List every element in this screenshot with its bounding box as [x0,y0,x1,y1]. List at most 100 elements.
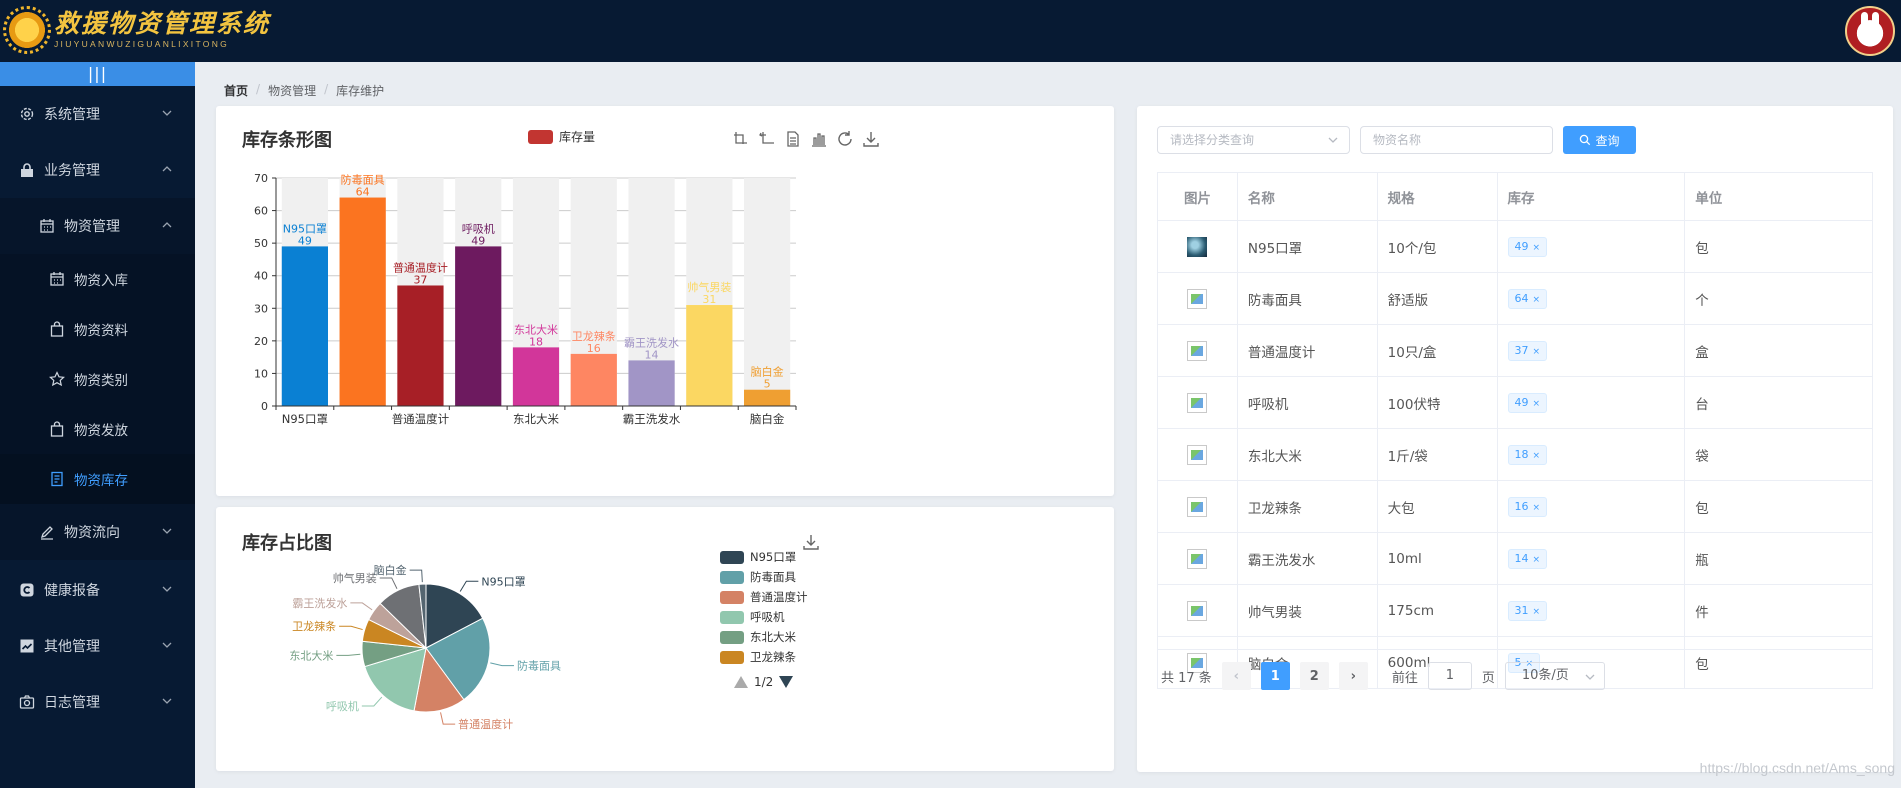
y-tick-label: 70 [254,172,268,185]
broken-image-icon [1187,288,1208,309]
stock-tag[interactable]: 37 × [1507,340,1548,361]
bar[interactable] [628,360,675,406]
collapse-toggle-button[interactable]: ||| [0,62,195,86]
bar[interactable] [281,246,328,406]
sidebar-item-system[interactable]: 系统管理 [0,86,195,142]
prev-page-button[interactable]: ‹ [1221,662,1251,690]
goto-page-input[interactable]: 1 [1427,662,1472,690]
bar-category-label: 脑白金 [751,365,784,379]
legend-item[interactable]: 卫龙辣条 [720,647,820,667]
close-icon[interactable]: × [1533,295,1541,305]
close-icon[interactable]: × [1533,607,1541,617]
bar[interactable] [397,285,444,406]
breadcrumb-level1[interactable]: 物资管理 [268,82,316,99]
name-cell: N95口罩 [1236,220,1378,273]
sidebar-item-material-category[interactable]: 物资类别 [0,354,195,404]
legend-item[interactable]: 普通温度计 [720,587,820,607]
legend-label: 普通温度计 [750,590,808,604]
page-size-select[interactable]: 10条/页 [1504,662,1605,690]
stock-tag[interactable]: 64 × [1507,288,1548,309]
refresh-icon[interactable] [836,130,854,148]
spec-cell: 10个/包 [1376,220,1498,273]
spec-cell: 舒适版 [1376,272,1498,325]
zoom-select-icon[interactable] [732,130,750,148]
pie-slice-label: 脑白金 [374,563,407,577]
data-view-icon[interactable] [784,130,802,148]
sidebar-item-label: 业务管理 [44,163,100,179]
bar[interactable] [512,347,560,406]
column-header: 图片 [1157,172,1238,221]
gear-icon [18,105,36,123]
bar[interactable] [339,197,386,406]
close-icon[interactable]: × [1533,243,1541,253]
pie-label-line [350,602,373,611]
legend-item[interactable]: 霸王洗发水 [720,667,820,669]
bar[interactable] [570,353,617,406]
user-avatar[interactable] [1845,6,1895,56]
unit-cell: 个 [1684,272,1873,325]
sidebar-item-label: 其他管理 [44,639,100,655]
legend-item[interactable]: N95口罩 [720,547,820,567]
pie-chart: N95口罩防毒面具普通温度计 呼吸机 东北大米 卫龙辣条 霸王洗发水 帅气男装脑白金 [289,563,561,731]
sidebar-item-material-stock[interactable]: 物资库存 [0,454,195,504]
sidebar-item-material-in[interactable]: 物资入库 [0,254,195,304]
next-page-button[interactable]: › [1338,662,1368,690]
x-tick-label: 东北大米 [513,412,559,426]
page-2-button[interactable]: 2 [1299,662,1329,690]
bar-type-icon[interactable] [810,130,828,148]
sun-logo-icon [3,6,51,54]
close-icon[interactable]: × [1533,347,1541,357]
stock-tag[interactable]: 49 × [1507,236,1548,257]
zoom-reset-icon[interactable] [758,130,776,148]
pie-chart-panel: 库存占比图 N95口罩 防毒面具 普通温度计 呼吸机 东北大米 卫龙辣条 霸王洗发水 帅气男装… [216,507,1114,771]
close-icon[interactable]: × [1533,399,1541,409]
sidebar-item-log[interactable]: 日志管理 [0,674,195,730]
sidebar-item-material-info[interactable]: 物资资料 [0,304,195,354]
sidebar-item-business[interactable]: 业务管理 [0,142,195,198]
stock-tag[interactable]: 16 × [1507,496,1548,517]
sidebar-item-material-dispatch[interactable]: 物资发放 [0,404,195,454]
bar[interactable] [744,389,791,406]
stock-tag[interactable]: 49 × [1507,392,1548,413]
close-icon[interactable]: × [1533,451,1541,461]
unit-cell: 包 [1684,220,1873,273]
lock-icon [18,161,36,179]
legend-pager: 1/2 [734,675,794,689]
legend-item[interactable]: 呼吸机 [720,607,820,627]
sidebar-item-other[interactable]: 其他管理 [0,618,195,674]
name-cell: 防毒面具 [1236,272,1378,325]
stock-cell: 31 × [1496,584,1686,637]
camera-icon [18,693,36,711]
unit-cell: 台 [1684,376,1873,429]
table-row: N95口罩 10个/包 49 × 包 [1157,220,1873,273]
app-logo[interactable]: 救援物资管理系统 JIUYUANWUZIGUANLIXITONG [3,6,270,54]
close-icon[interactable]: × [1533,555,1541,565]
sidebar-item-material-mgmt[interactable]: 物资管理 [0,198,195,254]
bar[interactable] [455,246,502,406]
search-icon [1580,134,1591,146]
bar-category-label: 卫龙辣条 [572,329,616,343]
breadcrumb-home[interactable]: 首页 [224,82,248,99]
stock-tag[interactable]: 18 × [1507,444,1548,465]
bar-category-label: 呼吸机 [462,221,495,235]
stock-tag[interactable]: 31 × [1507,600,1548,621]
stock-tag[interactable]: 14 × [1507,548,1548,569]
bar-legend[interactable]: 库存量 [528,128,595,145]
stock-cell: 14 × [1496,532,1686,585]
category-select[interactable]: 请选择分类查询 [1157,126,1350,154]
download-icon[interactable] [862,130,880,148]
legend-item[interactable]: 防毒面具 [720,567,820,587]
column-header: 规格 [1376,172,1498,221]
bar[interactable] [686,305,733,406]
search-button[interactable]: 查询 [1563,126,1636,154]
close-icon[interactable]: × [1533,503,1541,513]
page-1-button[interactable]: 1 [1260,662,1290,690]
legend-next-icon[interactable] [779,676,794,688]
table-row: 呼吸机 100伏特 49 × 台 [1157,376,1873,429]
sidebar-item-health[interactable]: 健康报备 [0,562,195,618]
material-name-input[interactable]: 物资名称 [1360,126,1553,154]
legend-prev-icon[interactable] [734,676,748,688]
legend-item[interactable]: 东北大米 [720,627,820,647]
legend-swatch [720,630,744,644]
sidebar-item-material-flow[interactable]: 物资流向 [0,504,195,560]
